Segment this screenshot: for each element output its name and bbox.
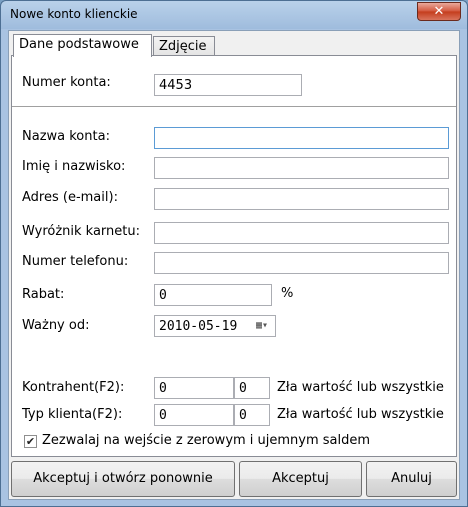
valid-from-value: 2010-05-19: [159, 319, 238, 334]
section-divider: [12, 106, 456, 107]
checkmark-icon: ✔: [25, 435, 36, 448]
contractor-field-1[interactable]: 0: [154, 377, 234, 399]
discount-field[interactable]: 0: [154, 284, 272, 306]
account-number-label: Numer konta:: [22, 75, 111, 90]
contractor-field-2[interactable]: 0: [234, 377, 270, 399]
client-type-field-1[interactable]: 0: [154, 404, 234, 426]
account-number-field[interactable]: 4453: [154, 74, 302, 96]
account-name-field[interactable]: [154, 127, 449, 149]
full-name-label: Imię i nazwisko:: [22, 159, 126, 174]
allow-entry-label: Zezwalaj na wejście z zerowym i ujemnym …: [42, 433, 371, 448]
ticket-marker-label: Wyróżnik karnetu:: [22, 224, 141, 239]
tab-basic-data[interactable]: Dane podstawowe: [13, 34, 152, 57]
title-bar[interactable]: Nowe konto klienckie ✕: [1, 1, 467, 29]
contractor-status: Zła wartość lub wszystkie: [277, 380, 444, 395]
email-label: Adres (e-mail):: [22, 190, 118, 205]
cancel-button[interactable]: Anuluj: [366, 461, 457, 497]
accept-reopen-button[interactable]: Akceptuj i otwórz ponownie: [11, 461, 235, 497]
discount-label: Rabat:: [22, 287, 65, 302]
client-type-status: Zła wartość lub wszystkie: [277, 407, 444, 422]
tab-photo[interactable]: Zdjęcie: [153, 36, 215, 56]
allow-entry-checkbox[interactable]: ✔: [24, 435, 37, 448]
close-icon: ✕: [433, 4, 445, 19]
close-button[interactable]: ✕: [417, 2, 461, 21]
window-title: Nowe konto klienckie: [10, 7, 138, 21]
account-name-label: Nazwa konta:: [22, 129, 110, 144]
client-type-label: Typ klienta(F2):: [22, 407, 123, 422]
full-name-field[interactable]: [154, 157, 449, 179]
client-area: Dane podstawowe Zdjęcie Numer konta: 445…: [8, 30, 460, 500]
accept-button[interactable]: Akceptuj: [239, 461, 362, 497]
tab-panel-basic-data: Numer konta: 4453 Nazwa konta: Imię i na…: [11, 55, 457, 457]
discount-percent-unit: %: [281, 286, 294, 301]
dialog-window: Nowe konto klienckie ✕ Dane podstawowe Z…: [0, 0, 468, 507]
email-field[interactable]: [154, 188, 449, 210]
phone-field[interactable]: [154, 252, 449, 274]
valid-from-label: Ważny od:: [22, 318, 90, 333]
client-type-field-2[interactable]: 0: [234, 404, 270, 426]
valid-from-datepicker[interactable]: 2010-05-19 ▦▾: [154, 315, 276, 337]
ticket-marker-field[interactable]: [154, 222, 449, 244]
calendar-dropdown-icon[interactable]: ▦▾: [251, 318, 273, 334]
phone-label: Numer telefonu:: [22, 254, 129, 269]
contractor-label: Kontrahent(F2):: [22, 380, 125, 395]
